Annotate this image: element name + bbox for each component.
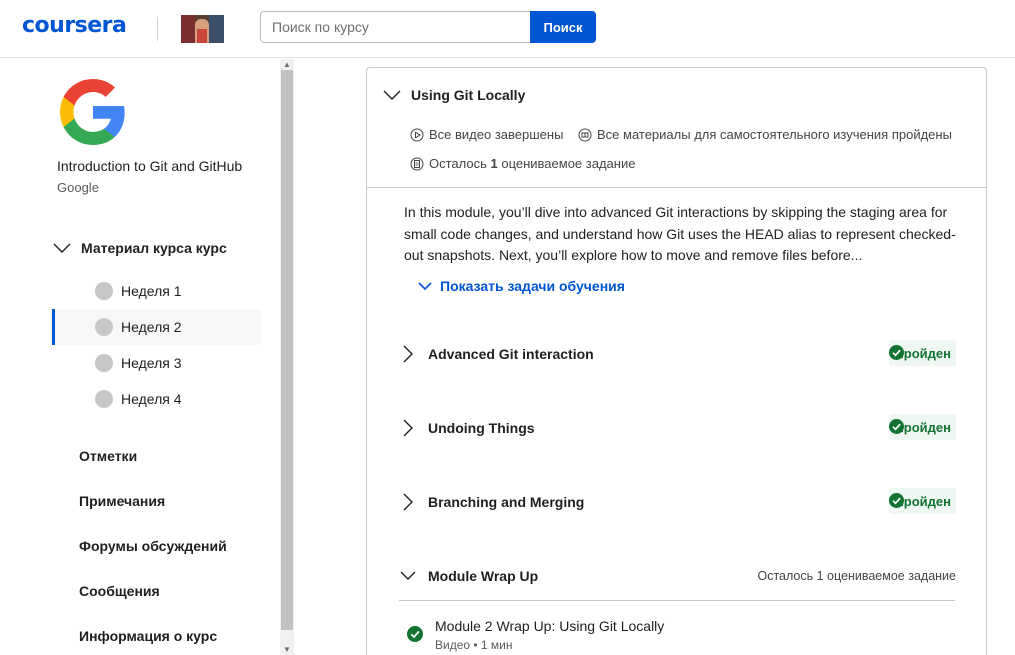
course-sidebar: Introduction to Git and GitHub Google Ма… xyxy=(0,59,280,655)
sidebar-scrollbar[interactable]: ▲ ▼ xyxy=(280,59,294,655)
lesson-row-branching-merging[interactable]: Branching and Merging Пройден xyxy=(400,488,956,516)
search-input[interactable] xyxy=(260,11,531,43)
week-label: Неделя 2 xyxy=(121,319,182,335)
week-label: Неделя 4 xyxy=(121,391,182,407)
status-remaining-count: 1 xyxy=(490,156,498,171)
progress-circle-icon xyxy=(95,318,113,336)
lesson-name: Branching and Merging xyxy=(428,494,585,510)
google-logo-icon xyxy=(60,79,125,145)
chevron-down-icon xyxy=(418,282,432,291)
progress-circle-icon xyxy=(95,390,113,408)
chevron-right-icon xyxy=(403,493,413,511)
module-card: Using Git Locally Все видео завершены Вс… xyxy=(366,67,987,655)
show-objectives-label: Показать задачи обучения xyxy=(440,278,625,294)
status-readings-text: Все материалы для самостоятельного изуче… xyxy=(597,127,952,142)
lesson-row-advanced-git[interactable]: Advanced Git interaction Пройден xyxy=(400,340,956,368)
status-badge: Пройден xyxy=(889,340,956,366)
app: coursera Поиск Introduction to Git and G… xyxy=(0,0,1015,655)
search-button[interactable]: Поиск xyxy=(530,11,596,43)
progress-circle-icon xyxy=(95,354,113,372)
lesson-row-module-wrap-up[interactable]: Module Wrap Up Осталось 1 оцениваемое за… xyxy=(400,562,956,590)
sidebar-item-week-4[interactable]: Неделя 4 xyxy=(52,381,262,417)
scroll-up-arrow-icon[interactable]: ▲ xyxy=(283,60,291,69)
reading-icon xyxy=(578,128,592,141)
sidebar-item-course-info[interactable]: Информация о курс xyxy=(79,628,217,644)
course-title[interactable]: Introduction to Git and GitHub xyxy=(57,158,242,174)
card-divider xyxy=(367,187,986,188)
chevron-down-icon xyxy=(400,571,416,580)
lesson-divider xyxy=(399,600,955,601)
lesson-name: Module Wrap Up xyxy=(428,568,539,584)
module-description: In this module, you’ll dive into advance… xyxy=(404,204,956,263)
item-title: Module 2 Wrap Up: Using Git Locally xyxy=(435,618,665,634)
scroll-down-arrow-icon[interactable]: ▼ xyxy=(283,645,291,654)
check-circle-icon xyxy=(889,493,905,508)
module-title[interactable]: Using Git Locally xyxy=(411,87,525,103)
check-circle-icon xyxy=(889,419,905,434)
course-material-toggle[interactable]: Материал курса курс xyxy=(52,237,227,259)
lesson-name: Advanced Git interaction xyxy=(428,346,594,362)
lesson-name: Undoing Things xyxy=(428,420,535,436)
status-readings: Все материалы для самостоятельного изуче… xyxy=(578,127,952,142)
status-videos-text: Все видео завершены xyxy=(429,127,564,142)
sidebar-item-week-1[interactable]: Неделя 1 xyxy=(52,273,262,309)
thumbnail-shape xyxy=(209,15,224,43)
sidebar-item-messages[interactable]: Сообщения xyxy=(79,583,160,599)
coursera-logo[interactable]: coursera xyxy=(22,13,127,38)
status-remaining-suffix: оцениваемое задание xyxy=(497,156,636,171)
item-meta: Видео • 1 мин xyxy=(435,638,513,652)
assignment-icon xyxy=(410,157,424,170)
sidebar-item-notes[interactable]: Примечания xyxy=(79,493,165,509)
week-label: Неделя 1 xyxy=(121,283,182,299)
course-org: Google xyxy=(57,180,99,195)
sidebar-item-week-3[interactable]: Неделя 3 xyxy=(52,345,262,381)
thumbnail-shape xyxy=(181,15,195,43)
status-remaining-prefix: Осталось xyxy=(429,156,491,171)
sidebar-item-forums[interactable]: Форумы обсуждений xyxy=(79,538,227,554)
course-material-label: Материал курса курс xyxy=(81,240,227,256)
lesson-row-undoing-things[interactable]: Undoing Things Пройден xyxy=(400,414,956,442)
week-label: Неделя 3 xyxy=(121,355,182,371)
scrollbar-thumb[interactable] xyxy=(281,70,293,630)
sidebar-item-week-2[interactable]: Неделя 2 xyxy=(52,309,262,345)
top-header: coursera Поиск xyxy=(0,0,1015,58)
status-remaining: Осталось 1 оцениваемое задание xyxy=(410,156,635,171)
chevron-right-icon xyxy=(403,419,413,437)
thumbnail-shape xyxy=(197,29,207,43)
sidebar-item-grades[interactable]: Отметки xyxy=(79,448,137,464)
chevron-down-icon[interactable] xyxy=(383,86,401,104)
chevron-right-icon xyxy=(403,345,413,363)
progress-circle-icon xyxy=(95,282,113,300)
check-circle-icon xyxy=(407,626,423,642)
show-learning-objectives-link[interactable]: Показать задачи обучения xyxy=(418,278,625,294)
header-divider xyxy=(157,17,158,41)
chevron-down-icon xyxy=(53,243,71,253)
status-badge: Пройден xyxy=(889,414,956,440)
check-circle-icon xyxy=(889,345,905,360)
remaining-assignments-text: Осталось 1 оцениваемое задание xyxy=(757,569,956,583)
partner-thumbnail[interactable] xyxy=(181,15,224,43)
status-badge: Пройден xyxy=(889,488,956,514)
play-circle-icon xyxy=(410,128,424,141)
status-videos: Все видео завершены xyxy=(410,127,563,142)
